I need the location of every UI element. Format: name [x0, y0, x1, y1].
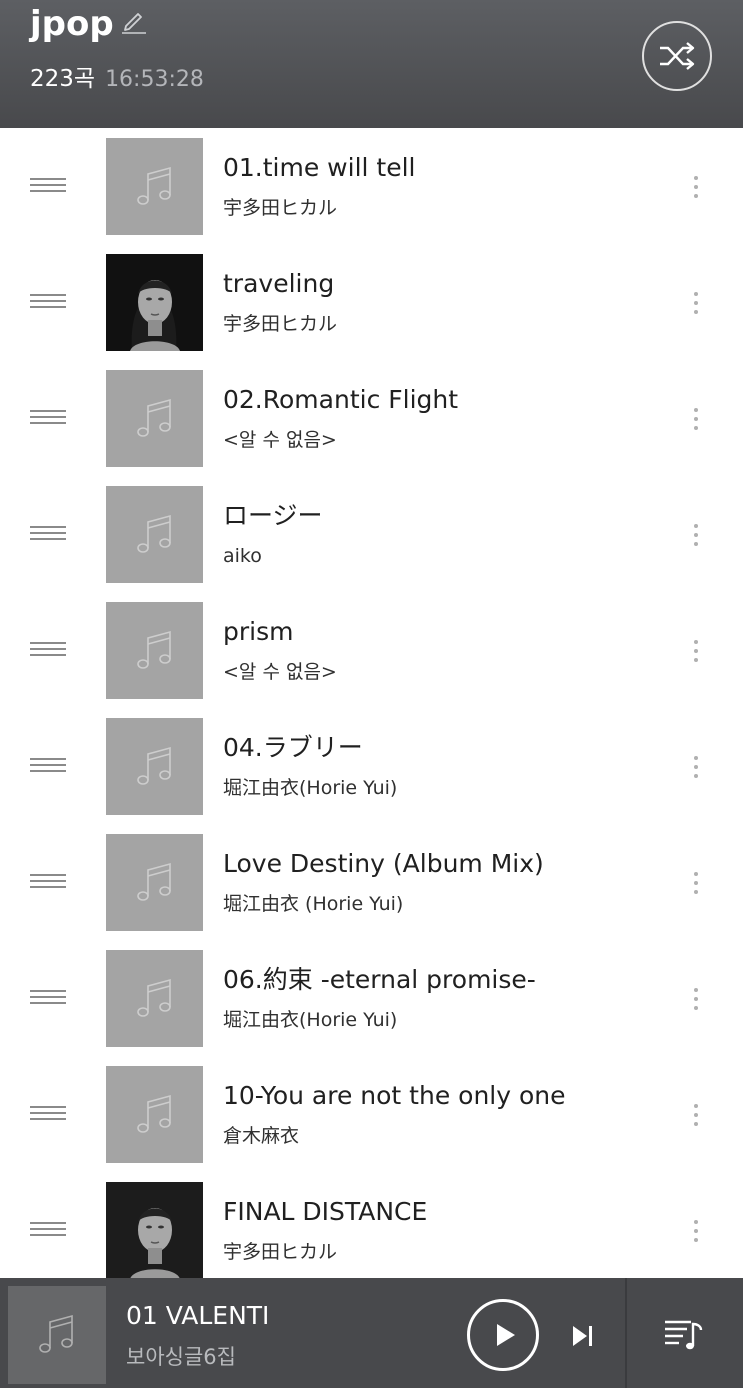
- shuffle-icon: [660, 42, 695, 70]
- drag-handle-icon[interactable]: [30, 1222, 66, 1238]
- track-row[interactable]: 06.約束 -eternal promise- 堀江由衣(Horie Yui): [0, 940, 743, 1056]
- track-artist: aiko: [223, 545, 262, 567]
- track-title: 02.Romantic Flight: [223, 385, 459, 414]
- album-art-placeholder: [106, 486, 203, 583]
- track-artist: 堀江由衣 (Horie Yui): [223, 893, 404, 915]
- music-note-icon: [136, 398, 171, 437]
- drag-handle-icon[interactable]: [30, 178, 66, 194]
- track-row[interactable]: 10-You are not the only one 倉木麻衣: [0, 1056, 743, 1172]
- now-playing-artist: 보아싱글6집: [126, 1345, 236, 1369]
- track-title: traveling: [223, 269, 335, 298]
- track-title: Love Destiny (Album Mix): [223, 849, 544, 878]
- playlist-meta: 223곡 16:53:28: [30, 62, 204, 98]
- now-playing-art: [8, 1286, 106, 1384]
- album-art-photo: [106, 1182, 203, 1278]
- total-duration: 16:53:28: [105, 67, 204, 92]
- drag-handle-icon[interactable]: [30, 642, 66, 658]
- now-playing-title: 01 VALENTI: [126, 1301, 270, 1330]
- music-note-icon: [136, 746, 171, 785]
- track-count: 223곡: [30, 66, 96, 92]
- album-art-placeholder: [106, 950, 203, 1047]
- track-artist: 堀江由衣(Horie Yui): [223, 1009, 398, 1031]
- more-vert-icon[interactable]: [688, 288, 704, 318]
- track-row[interactable]: 04.ラブリー 堀江由衣(Horie Yui): [0, 708, 743, 824]
- playlist-title: jpop: [30, 4, 114, 44]
- drag-handle-icon[interactable]: [30, 874, 66, 890]
- track-row[interactable]: FINAL DISTANCE 宇多田ヒカル: [0, 1172, 743, 1278]
- track-artist: 宇多田ヒカル: [223, 197, 338, 219]
- more-vert-icon[interactable]: [688, 172, 704, 202]
- more-vert-icon[interactable]: [688, 752, 704, 782]
- track-list[interactable]: 01.time will tell 宇多田ヒカル traveling 宇多田ヒカ…: [0, 128, 743, 1278]
- track-title: 06.約束 -eternal promise-: [223, 965, 536, 994]
- track-row[interactable]: 02.Romantic Flight <알 수 없음>: [0, 360, 743, 476]
- track-artist: 宇多田ヒカル: [223, 1241, 338, 1263]
- track-artist: 倉木麻衣: [223, 1125, 300, 1147]
- track-artist: 宇多田ヒカル: [223, 313, 338, 335]
- album-art-placeholder: [106, 138, 203, 235]
- track-row[interactable]: 01.time will tell 宇多田ヒカル: [0, 128, 743, 244]
- album-art-placeholder: [106, 718, 203, 815]
- queue-button[interactable]: [663, 1316, 705, 1352]
- more-vert-icon[interactable]: [688, 984, 704, 1014]
- drag-handle-icon[interactable]: [30, 526, 66, 542]
- music-note-icon: [136, 862, 171, 901]
- track-title: prism: [223, 617, 294, 646]
- play-button[interactable]: [467, 1299, 539, 1371]
- mini-player[interactable]: 01 VALENTI 보아싱글6집: [0, 1278, 743, 1388]
- track-title: FINAL DISTANCE: [223, 1197, 428, 1226]
- album-art-photo: [106, 254, 203, 351]
- music-note-icon: [136, 630, 171, 669]
- skip-next-icon: [573, 1326, 592, 1346]
- drag-handle-icon[interactable]: [30, 410, 66, 426]
- track-title: 10-You are not the only one: [223, 1081, 566, 1110]
- track-artist: <알 수 없음>: [223, 429, 337, 451]
- track-artist: 堀江由衣(Horie Yui): [223, 777, 398, 799]
- more-vert-icon[interactable]: [688, 520, 704, 550]
- drag-handle-icon[interactable]: [30, 990, 66, 1006]
- track-artist: <알 수 없음>: [223, 661, 337, 683]
- album-art-placeholder: [106, 834, 203, 931]
- track-row[interactable]: ロージー aiko: [0, 476, 743, 592]
- music-note-icon: [136, 166, 171, 205]
- more-vert-icon[interactable]: [688, 1216, 704, 1246]
- player-divider: [625, 1278, 627, 1388]
- shuffle-button[interactable]: [642, 21, 712, 91]
- more-vert-icon[interactable]: [688, 868, 704, 898]
- queue-music-icon: [665, 1320, 703, 1350]
- track-row[interactable]: traveling 宇多田ヒカル: [0, 244, 743, 360]
- play-icon: [497, 1324, 515, 1346]
- drag-handle-icon[interactable]: [30, 294, 66, 310]
- track-title: 04.ラブリー: [223, 733, 363, 762]
- album-art-placeholder: [106, 602, 203, 699]
- track-title: ロージー: [223, 501, 323, 530]
- more-vert-icon[interactable]: [688, 636, 704, 666]
- album-art-placeholder: [106, 370, 203, 467]
- track-row[interactable]: Love Destiny (Album Mix) 堀江由衣 (Horie Yui…: [0, 824, 743, 940]
- music-note-icon: [39, 1314, 73, 1353]
- track-title: 01.time will tell: [223, 153, 416, 182]
- skip-next-button[interactable]: [570, 1322, 596, 1350]
- more-vert-icon[interactable]: [688, 1100, 704, 1130]
- drag-handle-icon[interactable]: [30, 1106, 66, 1122]
- music-note-icon: [136, 1094, 171, 1133]
- music-note-icon: [136, 514, 171, 553]
- track-row[interactable]: prism <알 수 없음>: [0, 592, 743, 708]
- pencil-icon[interactable]: [120, 8, 148, 34]
- drag-handle-icon[interactable]: [30, 758, 66, 774]
- music-note-icon: [136, 978, 171, 1017]
- playlist-header: jpop 223곡 16:53:28: [0, 0, 743, 128]
- more-vert-icon[interactable]: [688, 404, 704, 434]
- album-art-placeholder: [106, 1066, 203, 1163]
